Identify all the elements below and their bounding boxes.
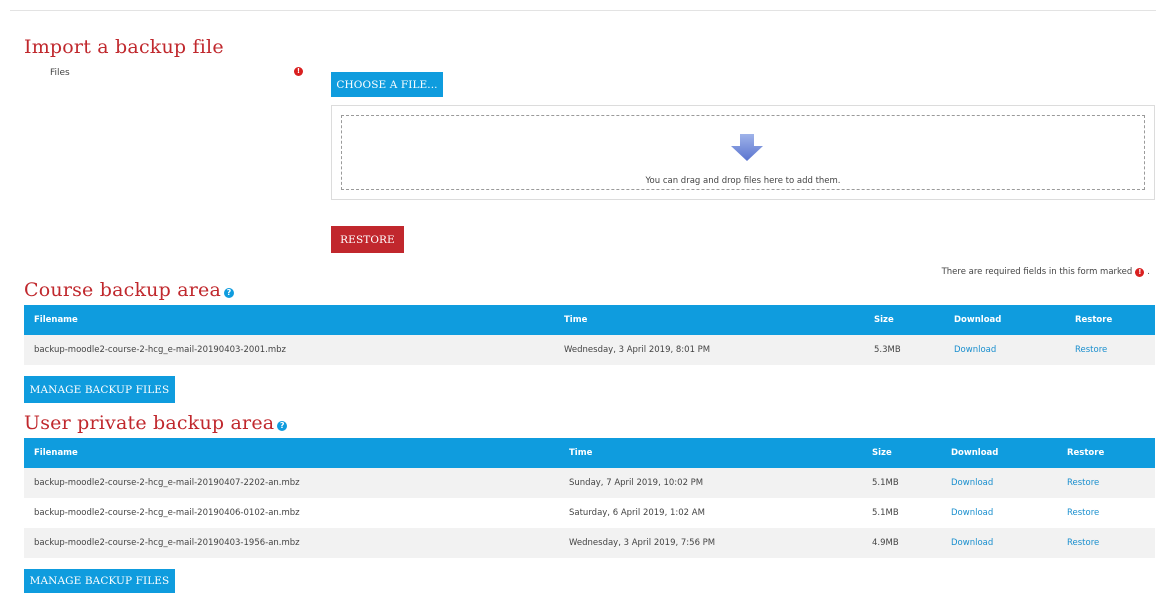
- required-fields-note: There are required fields in this form m…: [941, 267, 1150, 277]
- required-note-text: There are required fields in this form m…: [941, 267, 1133, 277]
- cell-download: Download: [941, 528, 1057, 558]
- download-link[interactable]: Download: [954, 345, 996, 355]
- table-row: backup-moodle2-course-2-hcg_e-mail-20190…: [24, 528, 1155, 558]
- course-backup-heading: Course backup area ?: [24, 279, 234, 301]
- column-header-time: Time: [559, 438, 862, 468]
- dropzone-dashed-area[interactable]: You can drag and drop files here to add …: [341, 115, 1145, 190]
- column-header-filename: Filename: [24, 305, 554, 335]
- table-row: backup-moodle2-course-2-hcg_e-mail-20190…: [24, 498, 1155, 528]
- cell-restore: Restore: [1057, 468, 1155, 498]
- import-heading-text: Import a backup file: [24, 36, 224, 58]
- cell-filename: backup-moodle2-course-2-hcg_e-mail-20190…: [24, 468, 559, 498]
- column-header-time: Time: [554, 305, 864, 335]
- import-heading: Import a backup file: [24, 36, 224, 58]
- table-row: backup-moodle2-course-2-hcg_e-mail-20190…: [24, 468, 1155, 498]
- download-link[interactable]: Download: [951, 478, 993, 488]
- cell-size: 4.9MB: [862, 528, 941, 558]
- restore-link[interactable]: Restore: [1067, 508, 1099, 518]
- required-icon: !: [294, 67, 303, 76]
- restore-link[interactable]: Restore: [1067, 478, 1099, 488]
- table-row: backup-moodle2-course-2-hcg_e-mail-20190…: [24, 335, 1155, 365]
- cell-restore: Restore: [1057, 528, 1155, 558]
- arrow-down-icon: [731, 134, 763, 161]
- cell-time: Saturday, 6 April 2019, 1:02 AM: [569, 508, 705, 518]
- cell-filename: backup-moodle2-course-2-hcg_e-mail-20190…: [24, 335, 554, 365]
- dropzone-text: You can drag and drop files here to add …: [645, 176, 841, 186]
- cell-download: Download: [944, 335, 1065, 365]
- cell-time: Sunday, 7 April 2019, 10:02 PM: [559, 468, 862, 498]
- user-backup-heading: User private backup area ?: [24, 412, 288, 434]
- files-label: Files: [50, 68, 70, 78]
- table-header-row: Filename Time Size Download Restore: [24, 305, 1155, 335]
- column-header-download: Download: [941, 438, 1057, 468]
- user-backup-heading-text: User private backup area: [24, 412, 275, 434]
- cell-size: 5.1MB: [862, 468, 941, 498]
- download-link[interactable]: Download: [951, 508, 993, 518]
- cell-restore: Restore: [1065, 335, 1155, 365]
- cell-download: Download: [941, 498, 1057, 528]
- cell-size: 5.3MB: [864, 335, 944, 365]
- download-link[interactable]: Download: [951, 538, 993, 548]
- column-header-size: Size: [864, 305, 944, 335]
- cell-filename: backup-moodle2-course-2-hcg_e-mail-20190…: [34, 508, 300, 518]
- course-backup-table: Filename Time Size Download Restore back…: [24, 305, 1155, 365]
- column-header-filename: Filename: [24, 438, 559, 468]
- column-header-size: Size: [862, 438, 941, 468]
- help-icon[interactable]: ?: [224, 288, 234, 298]
- user-backup-table: Filename Time Size Download Restore back…: [24, 438, 1155, 558]
- cell-restore: Restore: [1057, 498, 1155, 528]
- manage-course-backup-button[interactable]: MANAGE BACKUP FILES: [24, 376, 175, 403]
- column-header-restore: Restore: [1065, 305, 1155, 335]
- restore-link[interactable]: Restore: [1075, 345, 1107, 355]
- manage-user-backup-button[interactable]: MANAGE BACKUP FILES: [24, 569, 175, 593]
- cell-size: 5.1MB: [872, 508, 899, 518]
- restore-link[interactable]: Restore: [1067, 538, 1099, 548]
- cell-filename: backup-moodle2-course-2-hcg_e-mail-20190…: [24, 528, 559, 558]
- required-icon: !: [1135, 267, 1145, 277]
- column-header-restore: Restore: [1057, 438, 1155, 468]
- cell-download: Download: [941, 468, 1057, 498]
- table-header-row: Filename Time Size Download Restore: [24, 438, 1155, 468]
- choose-file-button[interactable]: CHOOSE A FILE...: [331, 72, 443, 97]
- column-header-download: Download: [944, 305, 1065, 335]
- file-dropzone[interactable]: You can drag and drop files here to add …: [331, 105, 1155, 200]
- cell-time: Wednesday, 3 April 2019, 8:01 PM: [554, 335, 864, 365]
- restore-button[interactable]: RESTORE: [331, 226, 404, 253]
- top-divider: [10, 10, 1156, 11]
- help-icon[interactable]: ?: [277, 421, 288, 431]
- course-backup-heading-text: Course backup area: [24, 279, 221, 301]
- cell-time: Wednesday, 3 April 2019, 7:56 PM: [559, 528, 862, 558]
